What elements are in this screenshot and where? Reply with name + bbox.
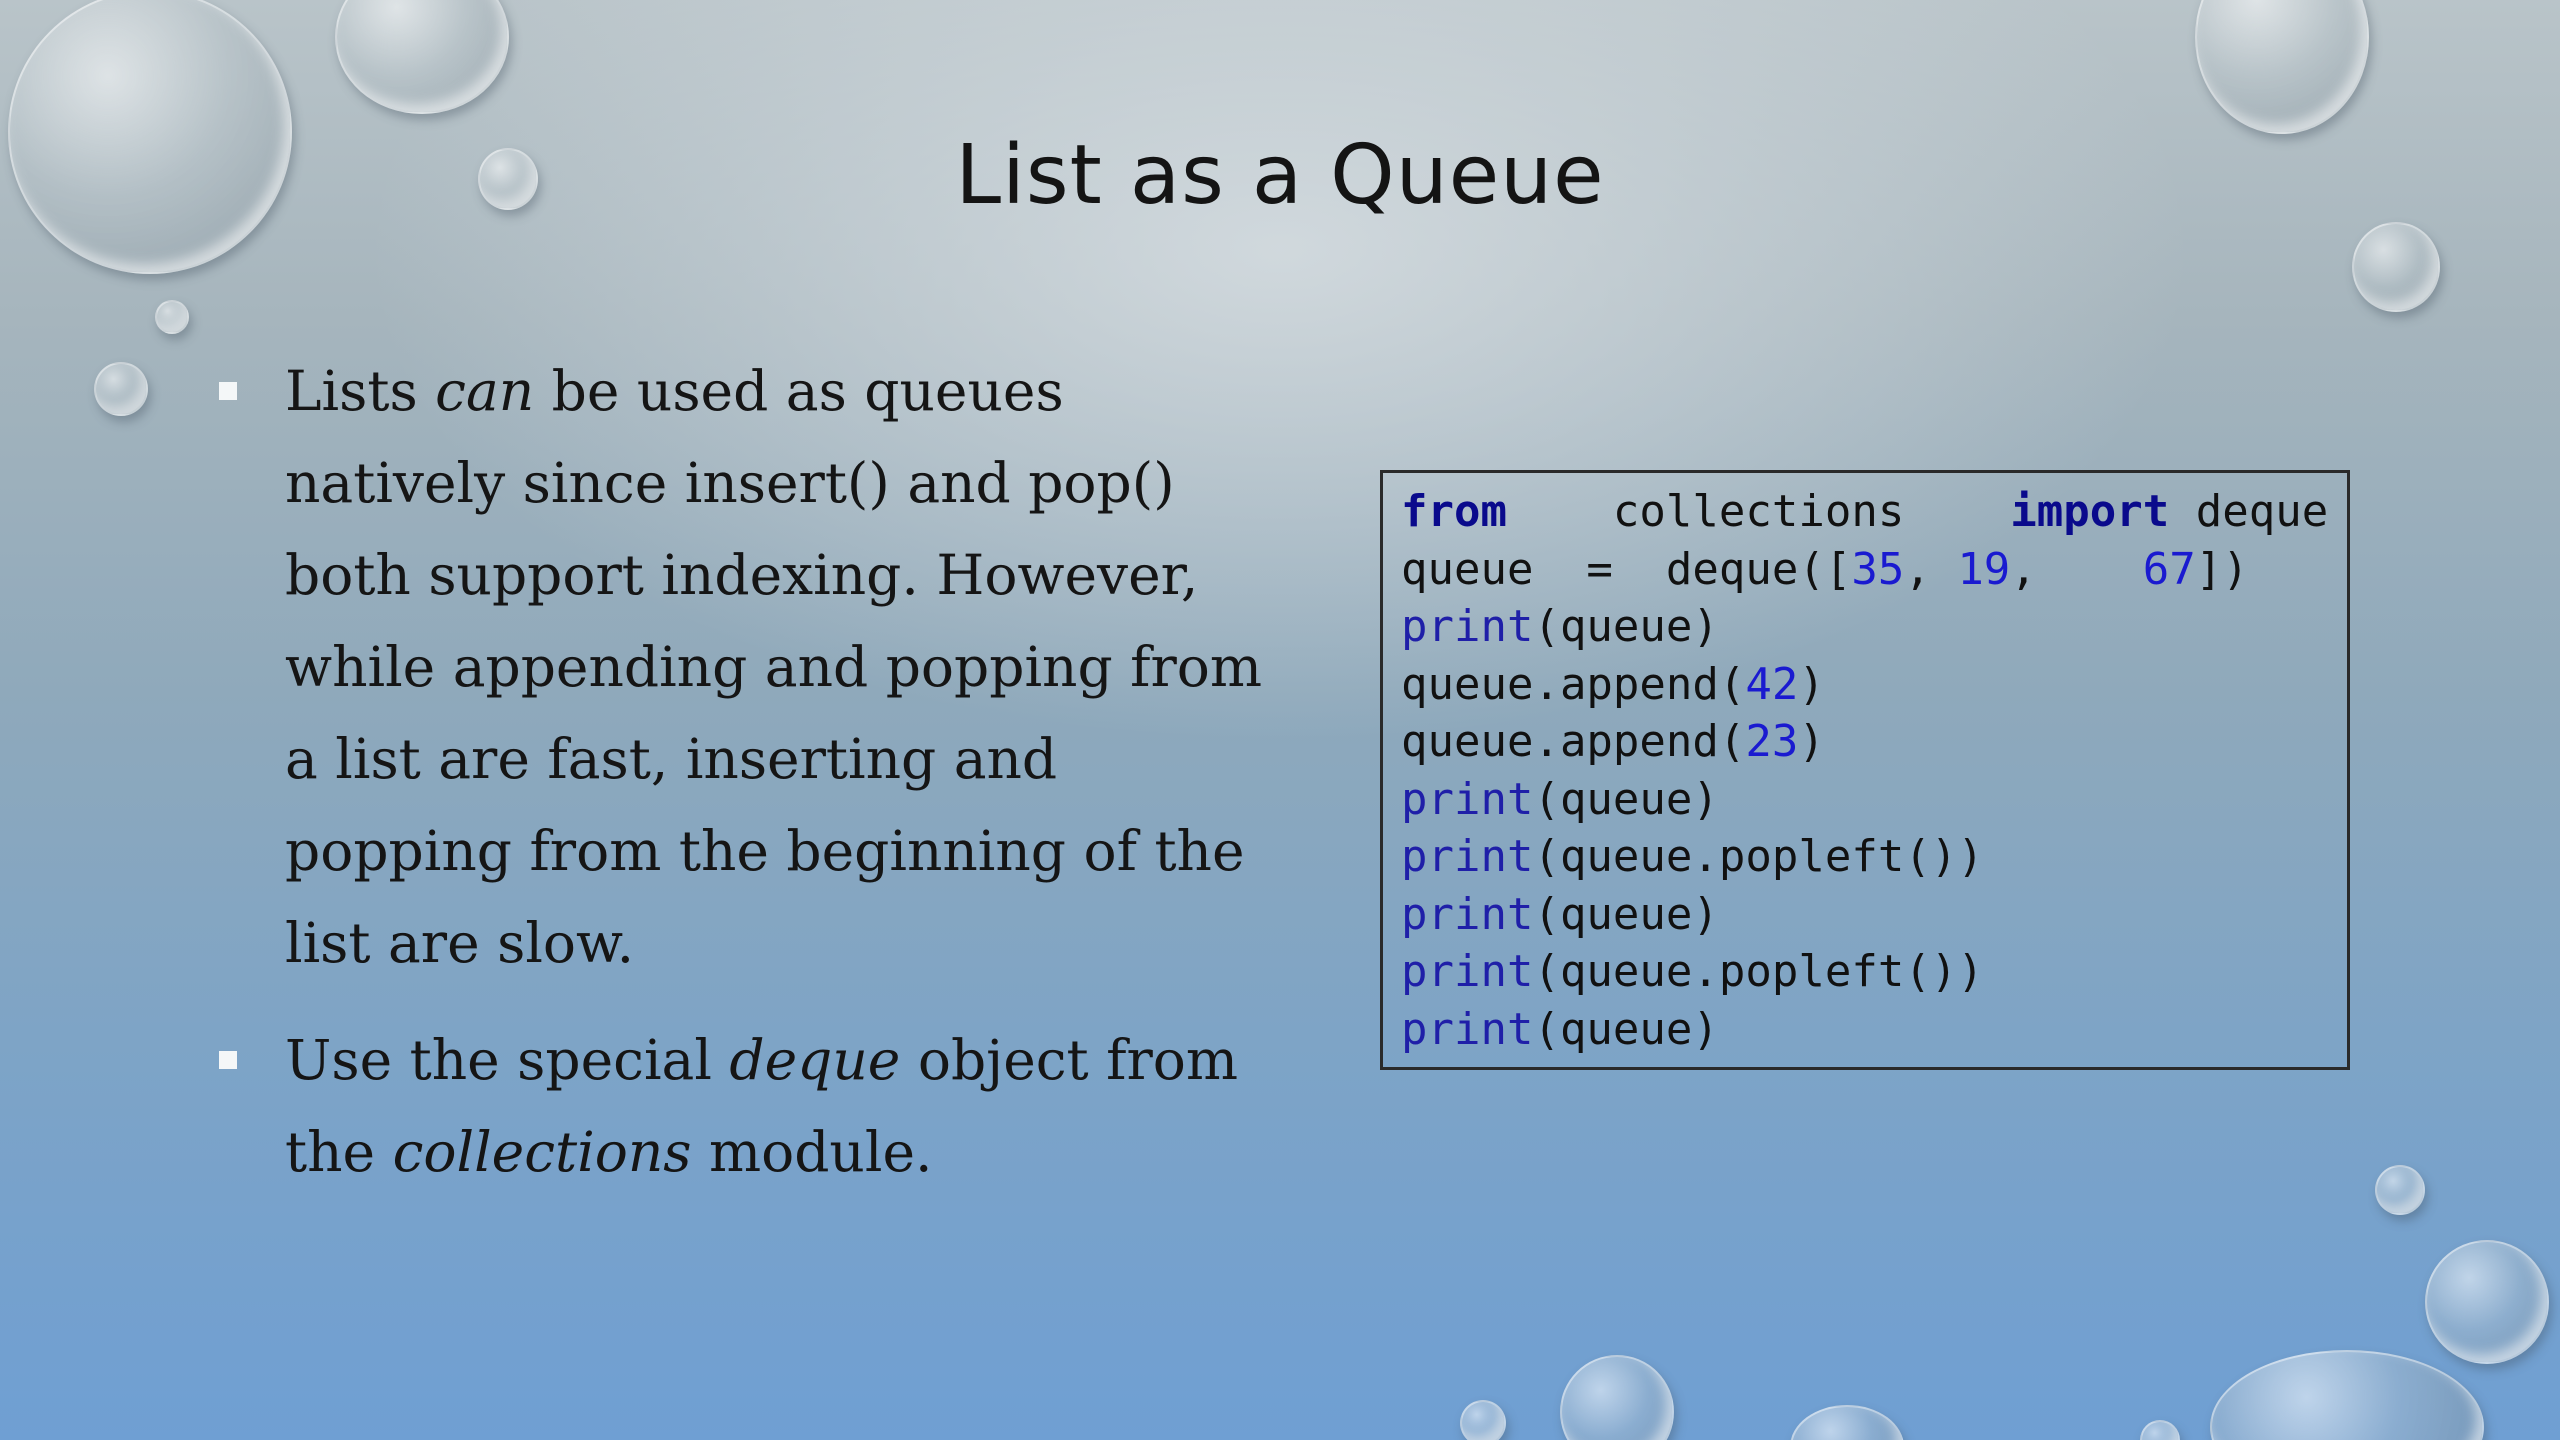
bullet-list: Lists can be used as queues natively sin…	[215, 345, 1295, 1223]
water-drop-decoration	[94, 362, 148, 416]
bullet-text-emphasis: can	[435, 359, 535, 423]
water-drop-decoration	[155, 300, 189, 334]
water-drop-decoration	[2375, 1165, 2425, 1215]
code-token: (queue)	[1533, 773, 1719, 825]
code-token: deque	[2169, 486, 2329, 537]
code-builtin: print	[1401, 601, 1534, 652]
code-keyword: from	[1401, 486, 1507, 537]
water-drop-decoration	[1460, 1400, 1506, 1440]
code-keyword: import	[2010, 486, 2170, 537]
bullet-text-segment: module.	[691, 1120, 933, 1184]
bullet-item: Lists can be used as queues natively sin…	[215, 345, 1295, 989]
code-token: )	[1798, 716, 1825, 767]
water-drop-decoration	[2352, 222, 2440, 312]
code-builtin: print	[1401, 773, 1534, 825]
code-number: 19	[1957, 543, 2011, 595]
code-builtin: print	[1401, 946, 1534, 997]
code-line: print(queue)	[1401, 886, 2347, 944]
slide-title: List as a Queue	[955, 128, 1605, 223]
code-line: queue.append(23)	[1401, 713, 2347, 771]
code-number: 42	[1745, 658, 1799, 710]
code-token: )	[1798, 658, 1825, 710]
code-token: (queue)	[1533, 601, 1719, 652]
code-token: queue.append(	[1401, 716, 1746, 767]
bullet-marker-icon	[219, 382, 237, 400]
code-token: ])	[2195, 543, 2249, 595]
code-line: print(queue.popleft())	[1401, 828, 2347, 886]
code-line: print(queue)	[1401, 1001, 2347, 1059]
water-drop-decoration	[2140, 1420, 2180, 1440]
code-builtin: print	[1401, 1003, 1534, 1055]
bullet-text-emphasis: deque	[729, 1028, 901, 1092]
code-line: queue.append(42)	[1401, 656, 2347, 714]
code-number: 35	[1851, 543, 1905, 595]
code-builtin: print	[1401, 888, 1534, 940]
water-drop-decoration	[2425, 1240, 2549, 1364]
slide: List as a Queue Lists can be used as que…	[0, 0, 2560, 1440]
code-token: queue.append(	[1401, 658, 1746, 710]
code-line: print(queue.popleft())	[1401, 943, 2347, 1001]
code-token: (queue)	[1533, 1003, 1719, 1055]
code-token: collections	[1506, 486, 2011, 537]
bullet-item: Use the special deque object from the co…	[215, 1014, 1295, 1198]
code-line: queue = deque([35, 19, 67])	[1401, 541, 2347, 599]
water-drop-decoration	[1560, 1355, 1674, 1440]
bullet-text-emphasis: collections	[392, 1120, 692, 1184]
code-token: ,	[2010, 543, 2143, 595]
bullet-marker-icon	[219, 1051, 237, 1069]
code-token: (queue.popleft())	[1533, 946, 1984, 997]
code-line: print(queue)	[1401, 771, 2347, 829]
water-drop-decoration	[2195, 0, 2369, 134]
bullet-text-segment: Use the special	[285, 1028, 730, 1092]
code-builtin: print	[1401, 831, 1534, 882]
bullet-text-segment: be used as queues natively since insert(…	[285, 359, 1263, 975]
code-token: ,	[1904, 543, 1958, 595]
code-line: from collections import deque	[1401, 483, 2347, 541]
code-block: from collections import deque queue = de…	[1380, 470, 2350, 1070]
water-drop-decoration	[335, 0, 509, 114]
bullet-text-segment: Lists	[285, 359, 436, 423]
code-token: (queue.popleft())	[1533, 831, 1984, 882]
code-number: 23	[1745, 716, 1799, 767]
code-line: print(queue)	[1401, 598, 2347, 656]
code-number: 67	[2142, 543, 2196, 595]
code-token: queue = deque([	[1401, 543, 1852, 595]
water-drop-decoration	[1790, 1405, 1904, 1440]
water-drop-decoration	[2210, 1350, 2484, 1440]
code-token: (queue)	[1533, 888, 1719, 940]
